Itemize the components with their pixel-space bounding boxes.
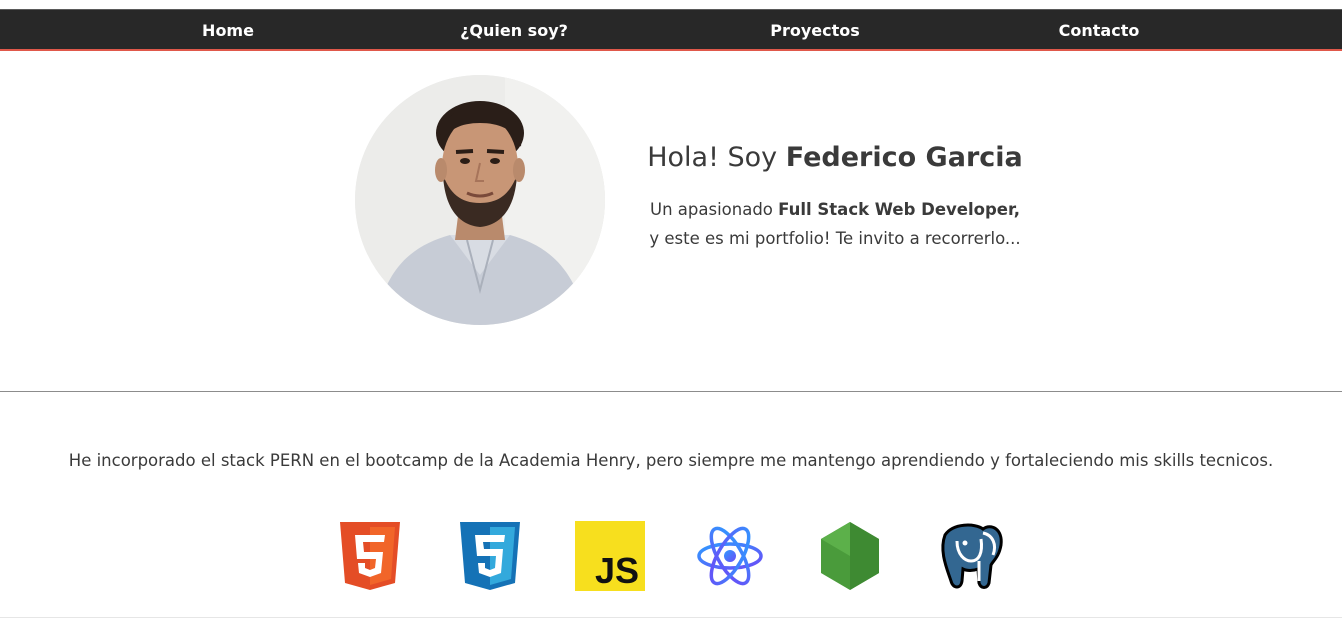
tagline-prefix: Un apasionado bbox=[650, 200, 779, 219]
nav-about[interactable]: ¿Quien soy? bbox=[460, 10, 568, 52]
js-badge-text: JS bbox=[595, 550, 639, 591]
hero-tagline: Un apasionado Full Stack Web Developer, … bbox=[640, 195, 1030, 253]
footer-divider bbox=[0, 617, 1342, 618]
postgresql-icon bbox=[941, 523, 1003, 589]
nav-home[interactable]: Home bbox=[202, 10, 254, 52]
javascript-icon: JS bbox=[575, 521, 645, 591]
greeting-prefix: Hola! Soy bbox=[647, 142, 786, 173]
tagline-role: Full Stack Web Developer, bbox=[778, 200, 1020, 219]
section-divider bbox=[0, 391, 1342, 392]
hero-intro: Hola! Soy Federico Garcia Un apasionado … bbox=[640, 142, 1030, 253]
skills-description: He incorporado el stack PERN en el bootc… bbox=[68, 451, 1274, 470]
main-navbar: Home ¿Quien soy? Proyectos Contacto bbox=[0, 9, 1342, 51]
nav-contact[interactable]: Contacto bbox=[1059, 10, 1140, 52]
hero-name: Federico Garcia bbox=[785, 142, 1023, 173]
react-icon bbox=[697, 526, 763, 586]
profile-avatar-illustration bbox=[355, 75, 605, 325]
nav-projects[interactable]: Proyectos bbox=[770, 10, 860, 52]
profile-photo bbox=[355, 75, 605, 325]
hero-greeting: Hola! Soy Federico Garcia bbox=[640, 142, 1030, 173]
tagline-line2: y este es mi portfolio! Te invito a reco… bbox=[649, 229, 1021, 248]
css3-icon bbox=[460, 522, 520, 590]
html5-icon bbox=[340, 522, 400, 590]
top-strip bbox=[0, 0, 1342, 9]
nodejs-icon bbox=[821, 522, 879, 590]
